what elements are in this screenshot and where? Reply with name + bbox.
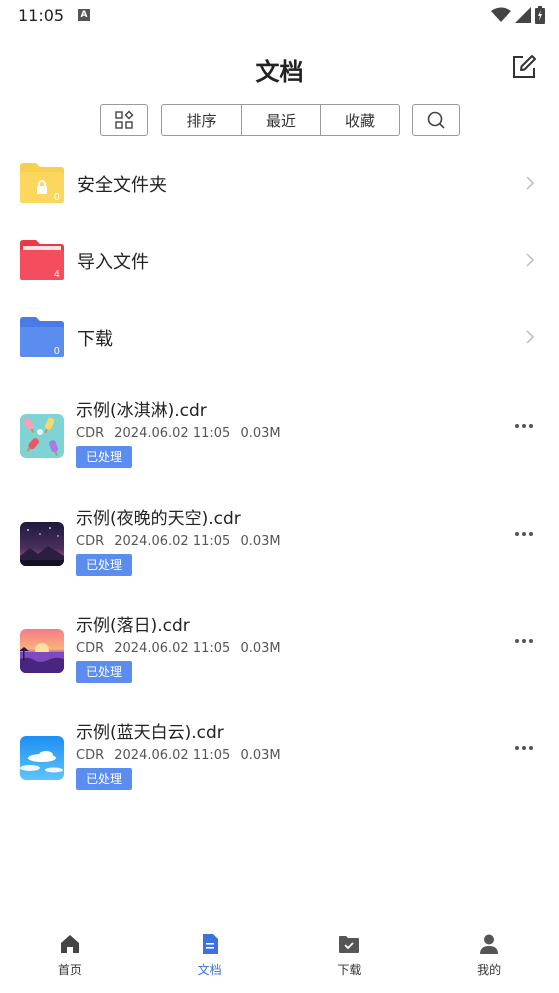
file-thumbnail — [20, 522, 64, 566]
status-badge: 已处理 — [76, 554, 133, 576]
file-size: 0.03M — [240, 641, 281, 656]
more-options-icon[interactable] — [515, 639, 533, 645]
filter-segment-group: 排序 最近 收藏 — [161, 104, 400, 136]
file-name: 示例(冰淇淋).cdr — [76, 401, 207, 421]
folder-name: 导入文件 — [77, 252, 149, 273]
folder-name: 安全文件夹 — [77, 175, 167, 196]
profile-icon — [480, 934, 499, 954]
nav-documents[interactable]: 文档 — [140, 917, 280, 993]
bottom-nav: 首页 文档 下载 我的 — [0, 917, 559, 993]
status-badge: 已处理 — [76, 446, 133, 468]
file-size: 0.03M — [240, 748, 281, 763]
search-icon — [427, 111, 445, 129]
file-type: CDR — [76, 534, 105, 549]
download-folder-icon — [339, 936, 360, 953]
file-thumbnail — [20, 736, 64, 780]
folder-icon: 0 — [20, 163, 64, 203]
file-row[interactable]: 示例(冰淇淋).cdr CDR 2024.06.02 11:05 0.03M 已… — [0, 396, 559, 486]
file-meta: CDR 2024.06.02 11:05 0.03M — [76, 641, 287, 656]
file-name: 示例(落日).cdr — [76, 616, 190, 636]
file-date: 2024.06.02 11:05 — [114, 534, 231, 549]
folder-row-secure[interactable]: 0 安全文件夹 — [0, 163, 559, 227]
file-row[interactable]: 示例(落日).cdr CDR 2024.06.02 11:05 0.03M 已处… — [0, 611, 559, 701]
status-icons — [491, 6, 545, 24]
sort-button[interactable]: 排序 — [162, 105, 241, 135]
battery-icon — [535, 6, 545, 24]
nav-label: 我的 — [477, 963, 502, 977]
folder-row-imported[interactable]: 4 导入文件 — [0, 240, 559, 304]
status-badge: 已处理 — [76, 768, 133, 790]
file-date: 2024.06.02 11:05 — [114, 748, 231, 763]
edit-icon[interactable] — [511, 54, 537, 80]
nav-downloads[interactable]: 下载 — [280, 917, 420, 993]
more-options-icon[interactable] — [515, 532, 533, 538]
grid-icon — [115, 110, 134, 129]
file-row[interactable]: 示例(夜晚的天空).cdr CDR 2024.06.02 11:05 0.03M… — [0, 504, 559, 594]
file-size: 0.03M — [240, 426, 281, 441]
toolbar: 排序 最近 收藏 — [100, 104, 460, 136]
more-options-icon[interactable] — [515, 424, 533, 430]
file-date: 2024.06.02 11:05 — [114, 426, 231, 441]
file-meta: CDR 2024.06.02 11:05 0.03M — [76, 534, 287, 549]
folder-icon: 4 — [20, 240, 64, 280]
search-button[interactable] — [412, 104, 460, 136]
folder-name: 下载 — [77, 329, 113, 350]
folder-row-downloads[interactable]: 0 下载 — [0, 317, 559, 381]
notification-icon: A — [78, 9, 90, 21]
folder-count: 4 — [54, 269, 60, 280]
status-time: 11:05 — [18, 6, 65, 25]
nav-home[interactable]: 首页 — [0, 917, 140, 993]
file-row[interactable]: 示例(蓝天白云).cdr CDR 2024.06.02 11:05 0.03M … — [0, 718, 559, 808]
favorites-button[interactable]: 收藏 — [320, 105, 399, 135]
file-meta: CDR 2024.06.02 11:05 0.03M — [76, 748, 287, 763]
file-type: CDR — [76, 426, 105, 441]
chevron-right-icon — [526, 253, 535, 267]
status-badge: 已处理 — [76, 661, 133, 683]
page-title: 文档 — [255, 58, 304, 86]
file-thumbnail — [20, 414, 64, 458]
file-type: CDR — [76, 641, 105, 656]
file-meta: CDR 2024.06.02 11:05 0.03M — [76, 426, 287, 441]
more-options-icon[interactable] — [515, 746, 533, 752]
file-type: CDR — [76, 748, 105, 763]
grid-view-button[interactable] — [100, 104, 148, 136]
nav-label: 下载 — [337, 963, 362, 977]
nav-label: 首页 — [57, 963, 82, 977]
file-size: 0.03M — [240, 534, 281, 549]
signal-icon — [515, 7, 531, 23]
header: 文档 — [0, 40, 559, 96]
home-icon — [60, 935, 79, 953]
file-thumbnail — [20, 629, 64, 673]
chevron-right-icon — [526, 176, 535, 190]
chevron-right-icon — [526, 330, 535, 344]
nav-label: 文档 — [197, 963, 222, 977]
folder-count: 0 — [54, 346, 60, 357]
file-name: 示例(蓝天白云).cdr — [76, 723, 224, 743]
folder-count: 0 — [54, 192, 60, 203]
nav-profile[interactable]: 我的 — [419, 917, 559, 993]
file-name: 示例(夜晚的天空).cdr — [76, 509, 241, 529]
document-icon — [202, 934, 218, 954]
status-bar: 11:05 A — [0, 0, 559, 32]
recent-button[interactable]: 最近 — [241, 105, 320, 135]
file-date: 2024.06.02 11:05 — [114, 641, 231, 656]
wifi-icon — [491, 7, 511, 22]
folder-icon: 0 — [20, 317, 64, 357]
